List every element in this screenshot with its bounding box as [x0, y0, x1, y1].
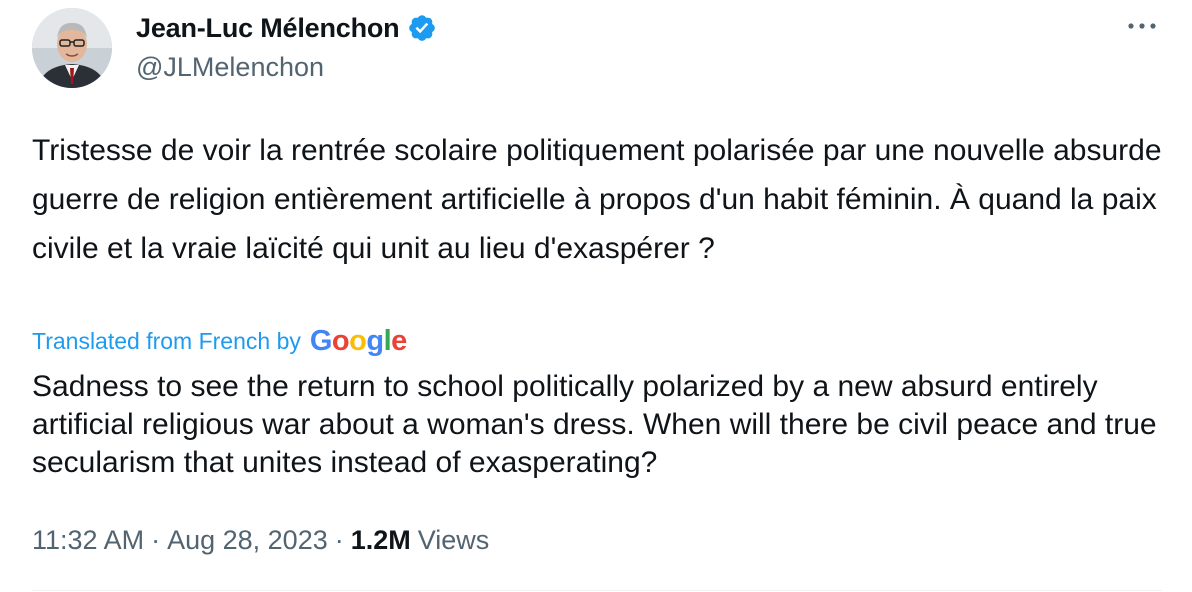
author-handle[interactable]: @JLMelenchon	[136, 52, 324, 83]
translated-label: Translated from French by	[32, 327, 301, 354]
divider	[32, 590, 1162, 591]
tweet-text: Tristesse de voir la rentrée scolaire po…	[32, 134, 1162, 265]
views-label: Views	[417, 524, 490, 555]
google-letter: l	[383, 324, 392, 357]
author-display-name[interactable]: Jean-Luc Mélenchon	[136, 13, 400, 44]
avatar[interactable]	[32, 8, 112, 88]
avatar-image	[32, 8, 112, 88]
google-letter: o	[331, 324, 350, 357]
separator: ·	[334, 524, 344, 555]
author-name-row: Jean-Luc Mélenchon	[136, 10, 437, 46]
views-count: 1.2M	[350, 524, 411, 555]
google-letter: g	[366, 324, 384, 357]
tweet-card: Jean-Luc Mélenchon @JLMelenchon Tristess…	[0, 0, 1192, 592]
translated-text: Sadness to see the return to school poli…	[32, 370, 1157, 479]
tweet-time[interactable]: 11:32 AM	[32, 525, 144, 556]
verified-badge-icon[interactable]	[407, 13, 437, 43]
google-logo: Google	[310, 325, 407, 358]
google-letter: e	[391, 324, 407, 357]
more-options-icon[interactable]	[1124, 14, 1160, 38]
tweet-date[interactable]: Aug 28, 2023	[167, 525, 328, 556]
google-letter: o	[349, 324, 367, 357]
tweet-metadata: 11:32 AM · Aug 28, 2023 · 1.2M Views	[32, 522, 489, 558]
google-letter: G	[309, 324, 333, 357]
translated-from-link[interactable]: Translated from French by Google	[32, 324, 407, 358]
separator: ·	[151, 524, 161, 555]
